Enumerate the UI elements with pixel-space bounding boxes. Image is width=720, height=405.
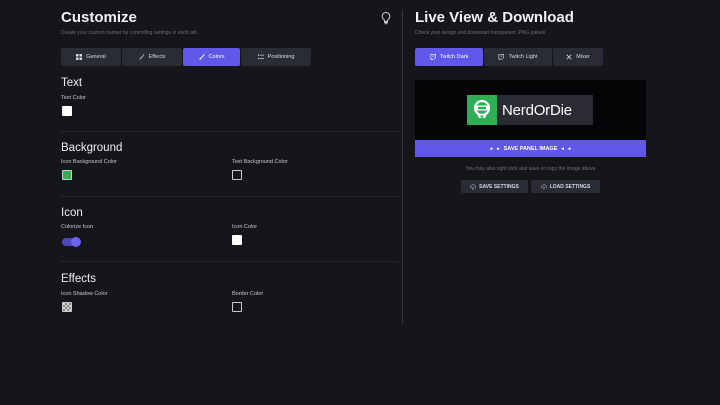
- tab-twitch-dark[interactable]: Twitch Dark: [415, 48, 483, 66]
- banner-icon-background: [467, 95, 497, 125]
- icon-background-color-label: Icon Background Color: [61, 159, 117, 165]
- icon-color-swatch[interactable]: [232, 235, 242, 245]
- tab-effects-label: Effects: [148, 54, 166, 60]
- arrow-icon: ▸: [490, 145, 494, 152]
- effects-section-title: Effects: [61, 273, 96, 285]
- text-background-color-swatch[interactable]: [232, 170, 242, 180]
- background-section-title: Background: [61, 142, 123, 154]
- lightbulb-icon[interactable]: [379, 11, 393, 25]
- customize-title: Customize: [61, 9, 137, 26]
- save-note: You may also right click and save or cop…: [465, 166, 596, 172]
- save-panel-image-label: SAVE PANEL IMAGE: [503, 145, 558, 152]
- tab-twitch-light-label: Twitch Light: [508, 54, 538, 60]
- tab-colors[interactable]: Colors: [183, 48, 240, 66]
- customize-subtitle: Create your custom banner by controlling…: [61, 30, 197, 36]
- tab-effects[interactable]: Effects: [122, 48, 182, 66]
- divider: [61, 261, 398, 262]
- text-color-label: Text Color: [61, 95, 86, 101]
- brush-icon: [198, 54, 205, 60]
- arrow-icon: ◂: [561, 145, 564, 152]
- text-background-color-label: Text Background Color: [232, 159, 288, 165]
- text-color-swatch[interactable]: [62, 106, 72, 116]
- icon-section-title: Icon: [61, 207, 83, 219]
- arrow-icon: ▸: [497, 145, 500, 152]
- text-section-title: Text: [61, 77, 83, 89]
- icon-shadow-color-label: Icon Shadow Color: [61, 291, 108, 297]
- magic-wand-icon: [138, 54, 144, 60]
- tab-mixer-label: Mixer: [576, 54, 590, 60]
- colorize-icon-label: Colorize Icon: [61, 224, 94, 230]
- colorize-icon-toggle[interactable]: [62, 237, 81, 247]
- divider: [61, 131, 398, 132]
- customize-tabs: General Effects Colors Positioning: [61, 48, 311, 66]
- grid-icon: [76, 54, 83, 60]
- border-color-label: Border Color: [232, 291, 264, 297]
- banner-image: NerdOrDie: [467, 95, 593, 125]
- mixer-icon: [566, 54, 572, 60]
- arrow-icon: ◂: [567, 145, 571, 152]
- icon-background-color-swatch[interactable]: [62, 170, 72, 180]
- list-icon: [257, 54, 264, 60]
- tab-general-label: General: [86, 54, 106, 60]
- save-panel-image-button[interactable]: ▸ ▸ SAVE PANEL IMAGE ◂ ◂: [415, 140, 646, 157]
- load-settings-label: LOAD SETTINGS: [549, 183, 591, 190]
- twitch-icon: [430, 54, 436, 60]
- tab-twitch-light[interactable]: Twitch Light: [484, 48, 552, 66]
- tab-colors-label: Colors: [208, 54, 225, 60]
- tab-positioning[interactable]: Positioning: [241, 48, 311, 66]
- cloud-upload-icon: [540, 183, 547, 190]
- save-settings-button[interactable]: SAVE SETTINGS: [461, 180, 528, 193]
- divider: [61, 196, 398, 197]
- banner-name: NerdOrDie: [502, 101, 572, 119]
- border-color-swatch[interactable]: [232, 302, 242, 312]
- panel-divider: [402, 10, 403, 324]
- icon-color-label: Icon Color: [232, 224, 258, 230]
- robot-logo-icon: [473, 99, 491, 118]
- icon-shadow-color-swatch[interactable]: [62, 302, 72, 312]
- tab-twitch-dark-label: Twitch Dark: [439, 54, 469, 60]
- tab-mixer[interactable]: Mixer: [553, 48, 603, 66]
- live-view-tabs: Twitch Dark Twitch Light Mixer: [415, 48, 603, 66]
- load-settings-button[interactable]: LOAD SETTINGS: [531, 180, 600, 193]
- twitch-icon: [498, 54, 505, 60]
- save-settings-label: SAVE SETTINGS: [479, 183, 519, 190]
- live-view-panel: Live View & Download Check your design a…: [415, 0, 647, 405]
- tab-positioning-label: Positioning: [267, 54, 295, 60]
- live-view-title: Live View & Download: [415, 9, 574, 26]
- live-view-subtitle: Check your design and download transpare…: [415, 30, 546, 36]
- toggle-knob: [71, 237, 81, 247]
- cloud-download-icon: [470, 183, 477, 190]
- customize-panel: Customize Create your custom banner by c…: [61, 0, 398, 405]
- tab-general[interactable]: General: [61, 48, 121, 66]
